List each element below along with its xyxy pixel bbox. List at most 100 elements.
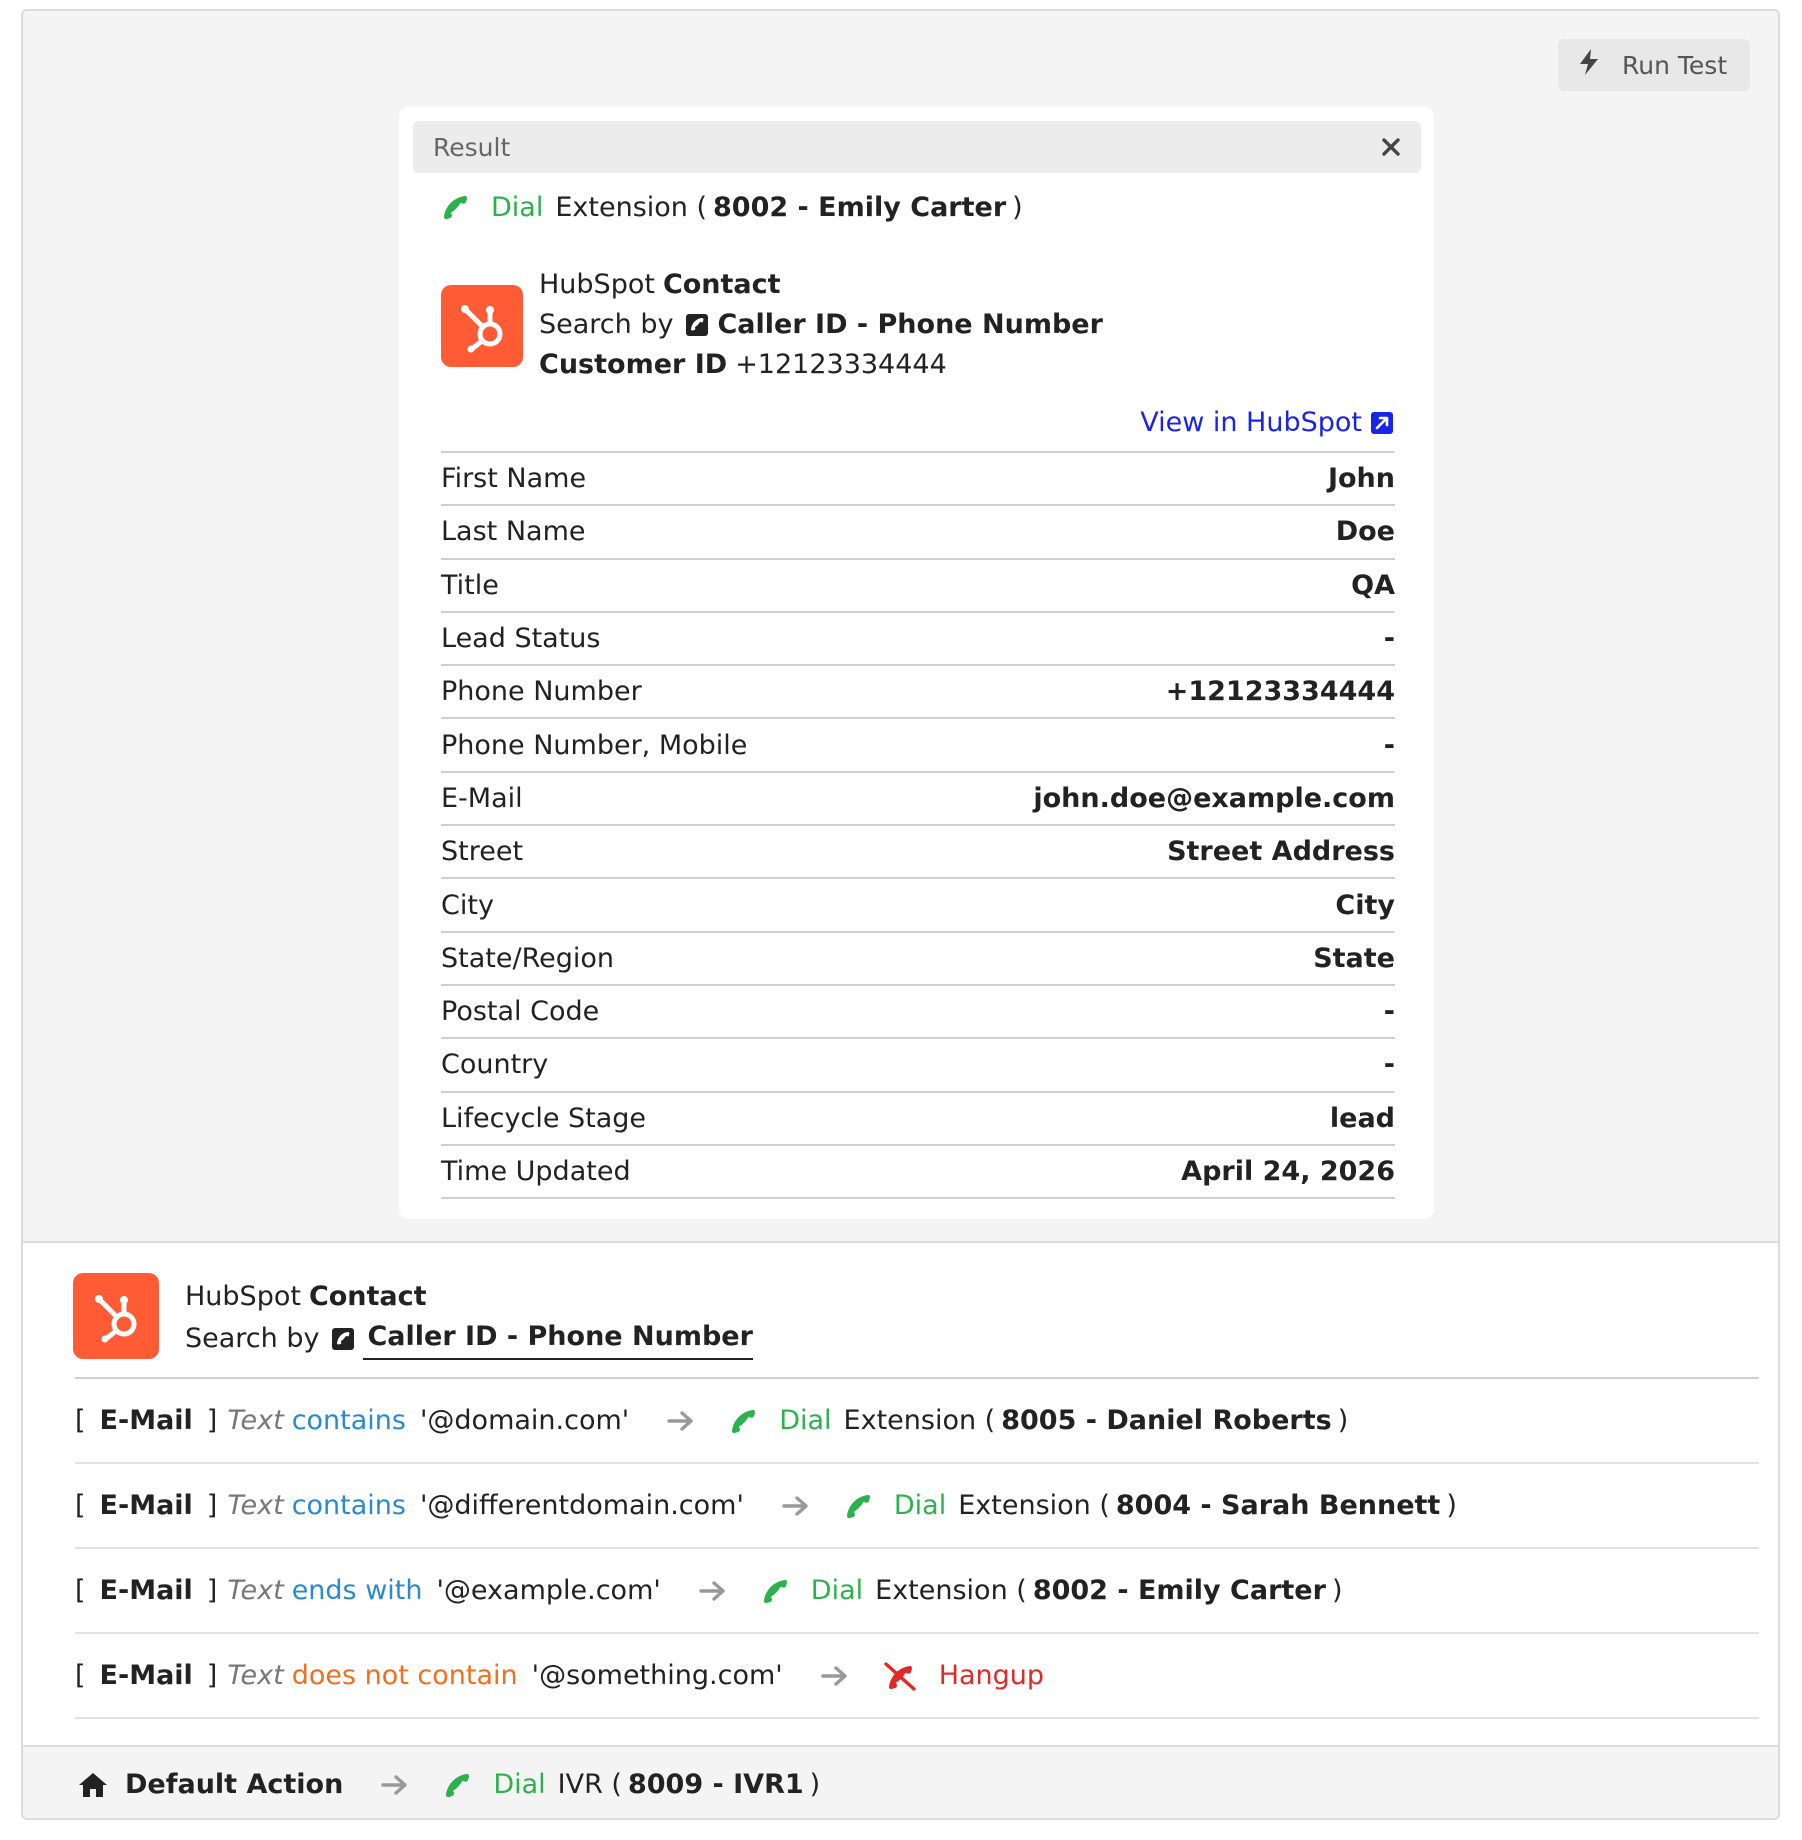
detail-label: Last Name (441, 516, 586, 548)
detail-value: - (1383, 623, 1395, 655)
detail-label: First Name (441, 463, 587, 495)
detail-row: State/Region State (441, 933, 1395, 986)
arrow-right-icon (381, 1773, 409, 1797)
detail-value: City (1335, 889, 1395, 921)
rule-target-suffix: ) (1337, 1405, 1349, 1436)
contact-details-table: First Name John Last Name Doe Title QA Lead… (441, 451, 1395, 1200)
customer-id-label: Customer ID (539, 349, 728, 380)
lookup-summary: HubSpot Contact Search by Caller ID - Ph… (185, 1277, 753, 1360)
rule-operator: contains (291, 1490, 406, 1521)
search-by-label: Search by (539, 309, 674, 340)
detail-value: QA (1351, 569, 1395, 601)
lightning-icon (1578, 49, 1600, 81)
rule-action: Dial (779, 1405, 832, 1436)
customer-id-value: +12123334444 (735, 349, 947, 380)
default-target-type: IVR ( (557, 1769, 622, 1800)
target-name: 8002 - Emily Carter (713, 191, 1007, 223)
rule-text-type: Text (227, 1660, 284, 1691)
detail-row: Lifecycle Stage lead (441, 1093, 1395, 1146)
default-action-row[interactable]: Default Action Dial IVR ( 8009 - IVR1 ) (23, 1745, 1778, 1818)
detail-value: - (1383, 729, 1395, 761)
result-action: Dial Extension ( 8002 - Emily Carter ) (441, 187, 1023, 227)
rule-field: E-Mail (99, 1405, 193, 1436)
rule-target: 8005 - Daniel Roberts (1001, 1405, 1332, 1436)
external-link-icon (1370, 411, 1394, 435)
rule-action: Dial (810, 1575, 864, 1606)
rule-target-suffix: ) (1446, 1490, 1457, 1521)
result-header: Result (413, 121, 1421, 173)
phone-icon (441, 193, 469, 221)
contact-summary: HubSpot Contact Search by Caller ID - Ph… (539, 265, 1103, 385)
close-icon[interactable] (1377, 133, 1405, 161)
hubspot-logo-icon (441, 285, 523, 367)
detail-value: - (1383, 1049, 1395, 1081)
rule-operator: does not contain (291, 1660, 518, 1691)
rule-value: '@example.com' (436, 1575, 661, 1606)
detail-value: April 24, 2026 (1181, 1156, 1395, 1187)
detail-label: Phone Number (441, 676, 642, 708)
run-test-button[interactable]: Run Test (1558, 39, 1750, 91)
rule-row[interactable]: [ E-Mail ] Text contains '@domain.com' D… (75, 1379, 1759, 1464)
rule-row[interactable]: [ E-Mail ] Text does not contain '@somet… (75, 1634, 1759, 1719)
result-panel: Result Dial Extension ( 8002 - Emily Car… (399, 107, 1434, 1219)
rule-field: E-Mail (99, 1660, 193, 1691)
lookup-search-label: Search by (185, 1322, 320, 1354)
rule-operator: contains (291, 1405, 406, 1436)
rule-action: Hangup (938, 1660, 1045, 1691)
detail-value: Street Address (1167, 836, 1395, 868)
detail-value: +12123334444 (1165, 676, 1395, 708)
detail-value: Doe (1335, 516, 1395, 548)
arrow-right-icon (782, 1494, 810, 1518)
lookup-source: HubSpot (185, 1281, 301, 1312)
detail-label: Lifecycle Stage (441, 1102, 647, 1134)
detail-value: John (1327, 463, 1395, 495)
hubspot-logo-icon (73, 1273, 159, 1359)
detail-row: First Name John (441, 453, 1395, 507)
phone-icon (729, 1407, 757, 1435)
detail-row: Title QA (441, 560, 1395, 613)
detail-label: Title (441, 569, 499, 601)
phone-icon (761, 1577, 789, 1605)
detail-label: Street (441, 836, 524, 868)
rule-text-type: Text (227, 1405, 284, 1436)
detail-row: Last Name Doe (441, 506, 1395, 560)
lookup-search-field[interactable]: Caller ID - Phone Number (363, 1317, 753, 1360)
rule-field: E-Mail (99, 1575, 193, 1606)
search-field: Caller ID - Phone Number (717, 309, 1103, 340)
phone-square-icon (331, 1327, 355, 1351)
detail-row: Phone Number, Mobile - (441, 719, 1395, 773)
test-area: Run Test Result Dial Extension ( 8002 - … (23, 11, 1778, 1243)
default-action-verb: Dial (493, 1769, 546, 1800)
rule-row[interactable]: [ E-Mail ] Text ends with '@example.com'… (75, 1549, 1759, 1634)
detail-label: E-Mail (441, 782, 523, 814)
view-in-hubspot-link[interactable]: View in HubSpot (1140, 407, 1394, 438)
bracket-open: [ (75, 1405, 86, 1436)
detail-label: State/Region (441, 942, 614, 974)
routing-panel: Run Test Result Dial Extension ( 8002 - … (21, 9, 1780, 1820)
detail-value: State (1313, 942, 1395, 974)
hangup-icon (883, 1661, 917, 1691)
rule-field: E-Mail (99, 1490, 193, 1521)
detail-value: john.doe@example.com (1033, 782, 1395, 814)
view-link-label: View in HubSpot (1140, 407, 1362, 438)
rule-value: '@something.com' (531, 1660, 783, 1691)
contact-source: HubSpot (539, 269, 655, 300)
rule-value: '@domain.com' (419, 1405, 630, 1436)
run-test-label: Run Test (1622, 50, 1728, 80)
rule-text-type: Text (227, 1490, 284, 1521)
dial-label: Dial (491, 191, 544, 223)
rule-target-type: Extension ( (958, 1490, 1110, 1521)
rule-text-type: Text (227, 1575, 284, 1606)
detail-label: City (441, 889, 494, 921)
arrow-right-icon (820, 1664, 849, 1688)
bracket-open: [ (75, 1490, 86, 1521)
bracket-close: ] (206, 1490, 218, 1521)
target-type: Extension ( (555, 191, 708, 223)
arrow-right-icon (699, 1579, 727, 1603)
rule-operator: ends with (291, 1575, 423, 1606)
detail-label: Lead Status (441, 623, 601, 655)
detail-label: Country (441, 1049, 549, 1081)
bracket-close: ] (206, 1660, 218, 1691)
detail-label: Postal Code (441, 996, 600, 1028)
rule-row[interactable]: [ E-Mail ] Text contains '@differentdoma… (75, 1464, 1759, 1549)
